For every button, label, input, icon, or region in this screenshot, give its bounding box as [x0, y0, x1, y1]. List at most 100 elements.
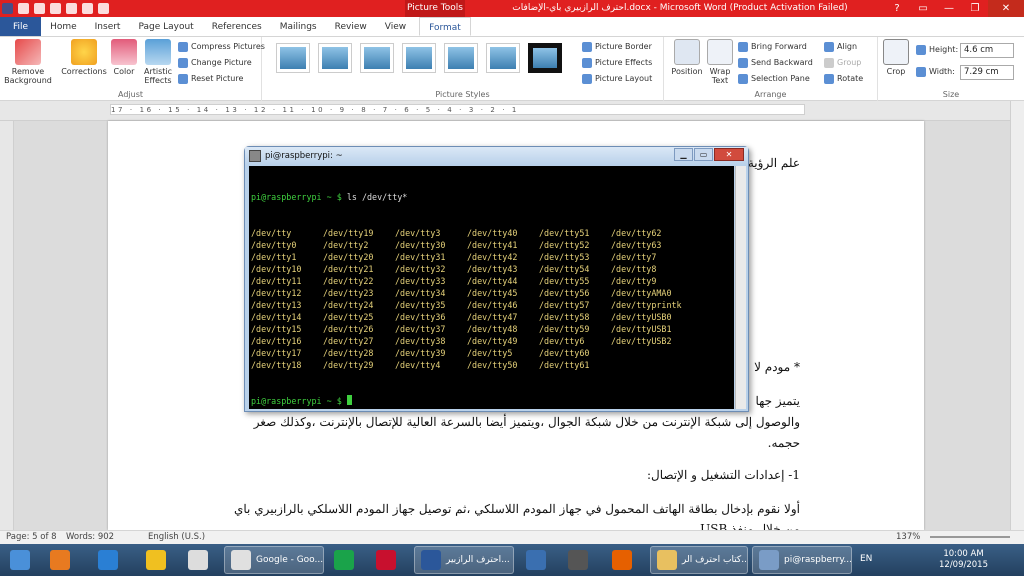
remove-background-button[interactable]: Remove Background [2, 39, 54, 85]
language-indicator[interactable]: English (U.S.) [148, 531, 205, 544]
tab-file[interactable]: File [0, 17, 42, 36]
putty-minimize-icon[interactable]: ▁ [674, 148, 693, 161]
size-group: Crop Height: 4.6 cm Width: 7.29 cm Size [878, 37, 1024, 101]
picture-style-7[interactable] [528, 43, 562, 73]
tty-entry: /dev/tty53 [539, 252, 590, 262]
tab-mailings[interactable]: Mailings [271, 17, 326, 36]
bring-forward-icon [738, 42, 748, 52]
save-icon[interactable] [18, 3, 29, 14]
tty-entry: /dev/tty46 [467, 300, 518, 310]
tab-format[interactable]: Format [419, 17, 471, 36]
window-controls: ? ▭ — ❐ ✕ [884, 0, 1024, 17]
tty-entry: /dev/tty41 [467, 240, 518, 250]
picture-border-button[interactable]: Picture Border [582, 40, 652, 54]
tty-entry: /dev/tty3 [395, 228, 441, 238]
picture-effects-button[interactable]: Picture Effects [582, 56, 652, 70]
print-icon[interactable] [66, 3, 77, 14]
taskbar-button-putty[interactable]: pi@raspberry... [752, 546, 852, 574]
adjust-group-label: Adjust [117, 90, 143, 99]
align-button[interactable]: Align [824, 40, 857, 54]
color-button[interactable]: Color [110, 39, 138, 76]
artistic-effects-button[interactable]: Artistic Effects [140, 39, 176, 85]
document-scrollbar[interactable] [1010, 101, 1024, 530]
tab-review[interactable]: Review [326, 17, 376, 36]
clock-date: 12/09/2015 [939, 560, 988, 570]
tab-insert[interactable]: Insert [86, 17, 130, 36]
picture-layout-button[interactable]: Picture Layout [582, 72, 652, 86]
taskbar-button-windows-explorer[interactable] [4, 546, 40, 574]
taskbar-button-folder[interactable]: كتاب احترف الر... [650, 546, 748, 574]
terminal-scrollbar[interactable] [735, 166, 746, 409]
font-icon[interactable] [82, 3, 93, 14]
tty-entry: /dev/tty61 [539, 360, 590, 370]
width-input[interactable]: 7.29 cm [960, 65, 1014, 80]
media-player-icon [50, 550, 70, 570]
picture-style-4[interactable] [402, 43, 436, 73]
terminal-prompt-line: pi@raspberrypi ~ $ [251, 395, 732, 407]
tty-entry: /dev/tty10 [251, 264, 302, 274]
putty-close-icon[interactable]: ✕ [714, 148, 744, 161]
reset-picture-button[interactable]: Reset Picture [178, 72, 243, 86]
position-button[interactable]: Position [668, 39, 706, 76]
minimize-button[interactable]: — [936, 0, 962, 17]
group-button[interactable]: Group [824, 56, 861, 70]
selection-pane-label: Selection Pane [751, 74, 810, 83]
taskbar-button-word[interactable]: احترف الرازبير... [414, 546, 514, 574]
bring-forward-button[interactable]: Bring Forward [738, 40, 807, 54]
customize-icon[interactable] [98, 3, 109, 14]
change-picture-button[interactable]: Change Picture [178, 56, 252, 70]
restore-button[interactable]: ❐ [962, 0, 988, 17]
taskbar-button-mp[interactable] [562, 546, 602, 574]
system-clock[interactable]: 10:00 AM 12/09/2015 [939, 549, 988, 571]
height-input[interactable]: 4.6 cm [960, 43, 1014, 58]
picture-style-1[interactable] [276, 43, 310, 73]
ribbon-display-button[interactable]: ▭ [910, 0, 936, 17]
putty-maximize-icon[interactable]: ▭ [694, 148, 713, 161]
picture-style-6[interactable] [486, 43, 520, 73]
tty-entry: /dev/tty58 [539, 312, 590, 322]
putty-window-picture[interactable]: pi@raspberrypi: ~ ▁ ▭ ✕ pi@raspberrypi ~… [244, 146, 749, 412]
page-count[interactable]: Page: 5 of 8 [6, 531, 57, 544]
picture-style-3[interactable] [360, 43, 394, 73]
picture-style-2[interactable] [318, 43, 352, 73]
send-backward-button[interactable]: Send Backward [738, 56, 813, 70]
rotate-button[interactable]: Rotate [824, 72, 863, 86]
taskbar-button-internet-explorer[interactable] [92, 546, 136, 574]
picture-style-5[interactable] [444, 43, 478, 73]
taskbar-button-arrow-app[interactable] [328, 546, 366, 574]
help-button[interactable]: ? [884, 0, 910, 17]
tab-view[interactable]: View [376, 17, 415, 36]
taskbar-button-acrobat[interactable] [370, 546, 410, 574]
tty-entry: /dev/tty38 [395, 336, 446, 346]
internet-explorer-icon [98, 550, 118, 570]
corrections-icon [71, 39, 97, 65]
zoom-slider[interactable] [930, 536, 1010, 538]
taskbar-button-notepad[interactable] [182, 546, 220, 574]
align-icon [824, 42, 834, 52]
taskbar-button-media-player[interactable] [44, 546, 88, 574]
tab-home[interactable]: Home [41, 17, 86, 36]
tab-references[interactable]: References [203, 17, 271, 36]
size-group-label: Size [942, 90, 960, 99]
wrap-text-button[interactable]: Wrap Text [706, 39, 734, 85]
tty-row: /dev/tty0/dev/tty2/dev/tty30/dev/tty41/d… [251, 239, 732, 251]
redo-icon[interactable] [50, 3, 61, 14]
taskbar-button-paint[interactable] [140, 546, 178, 574]
taskbar-button-chrome[interactable]: Google - Goo... [224, 546, 324, 574]
taskbar-button-firefox[interactable] [606, 546, 646, 574]
taskbar-button-app-337[interactable] [520, 546, 558, 574]
input-language[interactable]: EN [860, 554, 872, 564]
crop-button[interactable]: Crop [882, 39, 910, 76]
compress-pictures-button[interactable]: Compress Pictures [178, 40, 265, 54]
app-337-icon [526, 550, 546, 570]
tty-entry: /dev/tty27 [323, 336, 374, 346]
zoom-level[interactable]: 137% [896, 531, 920, 544]
corrections-button[interactable]: Corrections [58, 39, 110, 76]
status-bar: Page: 5 of 8 Words: 902 English (U.S.) 1… [0, 530, 1024, 544]
tab-page-layout[interactable]: Page Layout [129, 17, 202, 36]
selection-pane-button[interactable]: Selection Pane [738, 72, 810, 86]
undo-icon[interactable] [34, 3, 45, 14]
close-button[interactable]: ✕ [988, 0, 1024, 17]
terminal-command-line: pi@raspberrypi ~ $ ls /dev/tty* [251, 191, 732, 203]
word-count[interactable]: Words: 902 [66, 531, 114, 544]
